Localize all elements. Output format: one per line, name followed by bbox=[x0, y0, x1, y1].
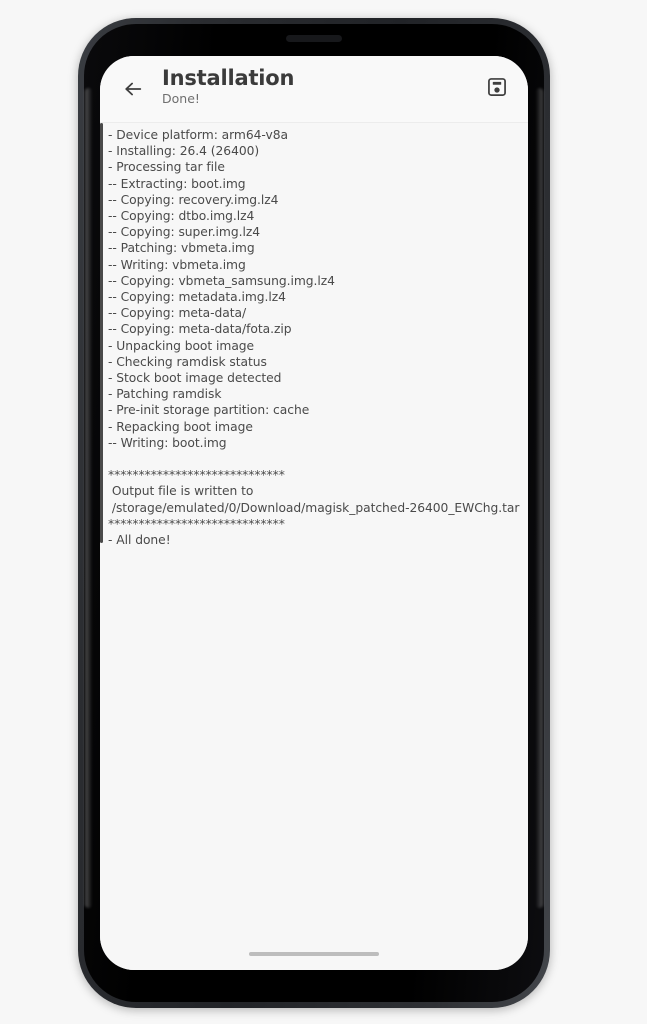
phone-screen: Installation Done! - Device platform: ar… bbox=[100, 56, 528, 970]
installation-log-container[interactable]: - Device platform: arm64-v8a - Installin… bbox=[100, 123, 528, 970]
page-subtitle: Done! bbox=[162, 91, 200, 106]
gesture-navigation-bar[interactable] bbox=[249, 952, 379, 956]
toolbar-titles: Installation Done! bbox=[162, 66, 294, 107]
phone-frame: Installation Done! - Device platform: ar… bbox=[78, 18, 550, 1008]
page-title: Installation bbox=[162, 66, 295, 90]
log-scrollbar[interactable] bbox=[100, 123, 103, 970]
back-button[interactable] bbox=[116, 72, 150, 106]
installation-log-text: - Device platform: arm64-v8a - Installin… bbox=[108, 128, 520, 548]
arrow-left-icon bbox=[125, 82, 142, 96]
earpiece-speaker bbox=[286, 35, 342, 42]
app-toolbar: Installation Done! bbox=[100, 56, 528, 123]
log-scrollbar-thumb[interactable] bbox=[100, 123, 103, 543]
save-button[interactable] bbox=[480, 70, 514, 104]
save-floppy-disk-icon bbox=[488, 78, 506, 96]
